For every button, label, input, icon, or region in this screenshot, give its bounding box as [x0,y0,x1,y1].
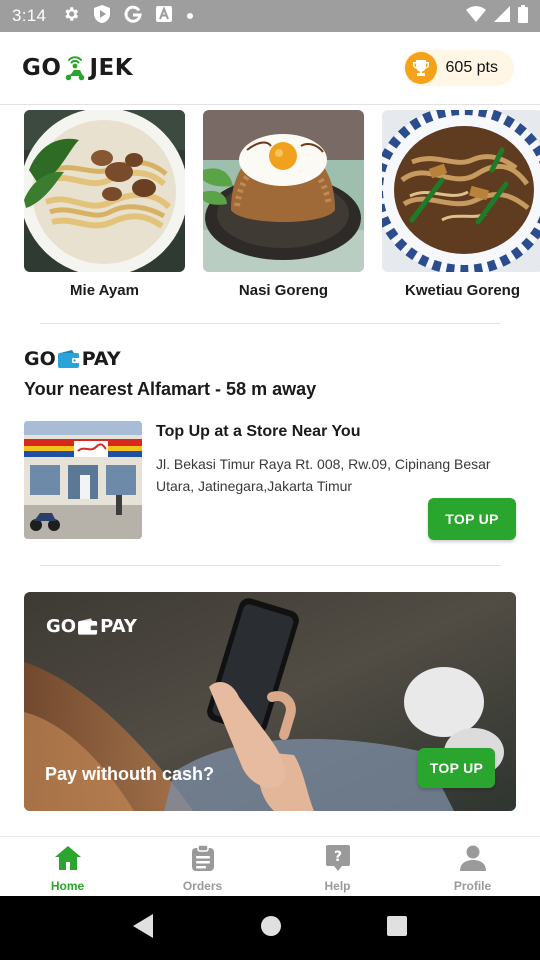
points-value: 605 pts [445,59,498,76]
dot-icon [186,7,194,25]
store-card[interactable]: Top Up at a Store Near You Jl. Bekasi Ti… [24,421,516,541]
nearest-store-section: GO PAY Your nearest Alfamart - 58 m away [24,348,516,540]
mie-ayam-image [24,110,185,272]
food-card-mie-ayam[interactable]: Mie Ayam [24,110,185,310]
food-name: Mie Ayam [70,282,139,299]
status-time: 3:14 [12,6,47,25]
logo-text-go: GO [22,55,62,81]
nav-profile[interactable]: Profile [405,837,540,896]
wallet-icon [78,618,99,635]
home-circle-icon[interactable] [260,915,282,942]
user-icon [459,845,486,876]
section-divider [40,565,500,566]
gopay-logo: GO PAY [24,348,516,370]
wallet-icon [57,350,80,368]
food-card-nasi-goreng[interactable]: Nasi Goreng [203,110,364,310]
signal-icon [494,5,510,27]
recents-icon[interactable] [387,915,408,941]
nasi-goreng-image [203,110,364,272]
food-card-kwetiau-goreng[interactable]: Kwetiau Goreng [382,110,540,310]
nav-label: Profile [453,879,492,893]
clipboard-icon [190,844,216,876]
status-icons-right [466,4,528,28]
help-icon: ? [325,845,350,876]
points-pill[interactable]: 605 pts [402,50,514,86]
alfamart-store-image [24,421,142,539]
banner-gopay-logo: GO PAY [46,616,137,637]
section-divider [40,323,500,324]
system-navigation-bar [0,896,540,960]
status-icons-left [62,4,194,28]
banner-gopay-text-pay: PAY [100,616,137,637]
nav-help[interactable]: ? Help [270,837,405,896]
shield-icon [94,4,111,28]
food-carousel: Mie Ayam Nasi Goreng Kwetiau Goreng [24,110,540,310]
gopay-promo-banner[interactable]: GO PAY Pay withouth cash? TOP UP [24,592,516,811]
gojek-logo[interactable]: GO JEK [22,54,133,82]
food-name: Nasi Goreng [238,282,329,299]
banner-top-up-button[interactable]: TOP UP [418,748,495,788]
gopay-text-go: GO [24,348,56,370]
gear-icon [62,5,80,28]
banner-gopay-text-go: GO [46,616,77,637]
logo-text-jek: JEK [89,55,134,81]
app-header: GO JEK 605 pts [0,32,540,105]
google-icon [124,5,142,28]
home-icon [54,845,82,876]
svg-text:?: ? [333,849,341,865]
nav-home[interactable]: Home [0,837,135,896]
bottom-navigation: Home Orders ? Help Profile [0,836,540,896]
back-icon[interactable] [132,913,155,943]
font-icon [156,5,173,27]
banner-caption: Pay withouth cash? [45,764,215,784]
nav-label: Help [324,879,351,893]
kwetiau-goreng-image [382,110,540,272]
nav-orders[interactable]: Orders [135,837,270,896]
battery-icon [518,4,528,28]
gopay-text-pay: PAY [81,348,121,370]
status-bar: 3:14 [0,0,540,32]
wifi-icon [466,5,486,27]
nav-label: Orders [182,879,223,893]
food-name: Kwetiau Goreng [404,282,520,299]
trophy-icon [404,52,437,84]
nearest-store-heading: Your nearest Alfamart - 58 m away [24,379,317,399]
nav-label: Home [50,879,85,893]
scooter-icon [62,54,88,82]
store-title: Top Up at a Store Near You [156,423,361,440]
store-address: Jl. Bekasi Timur Raya Rt. 008, Rw.09, Ci… [156,456,491,494]
store-top-up-button[interactable]: TOP UP [428,498,516,540]
